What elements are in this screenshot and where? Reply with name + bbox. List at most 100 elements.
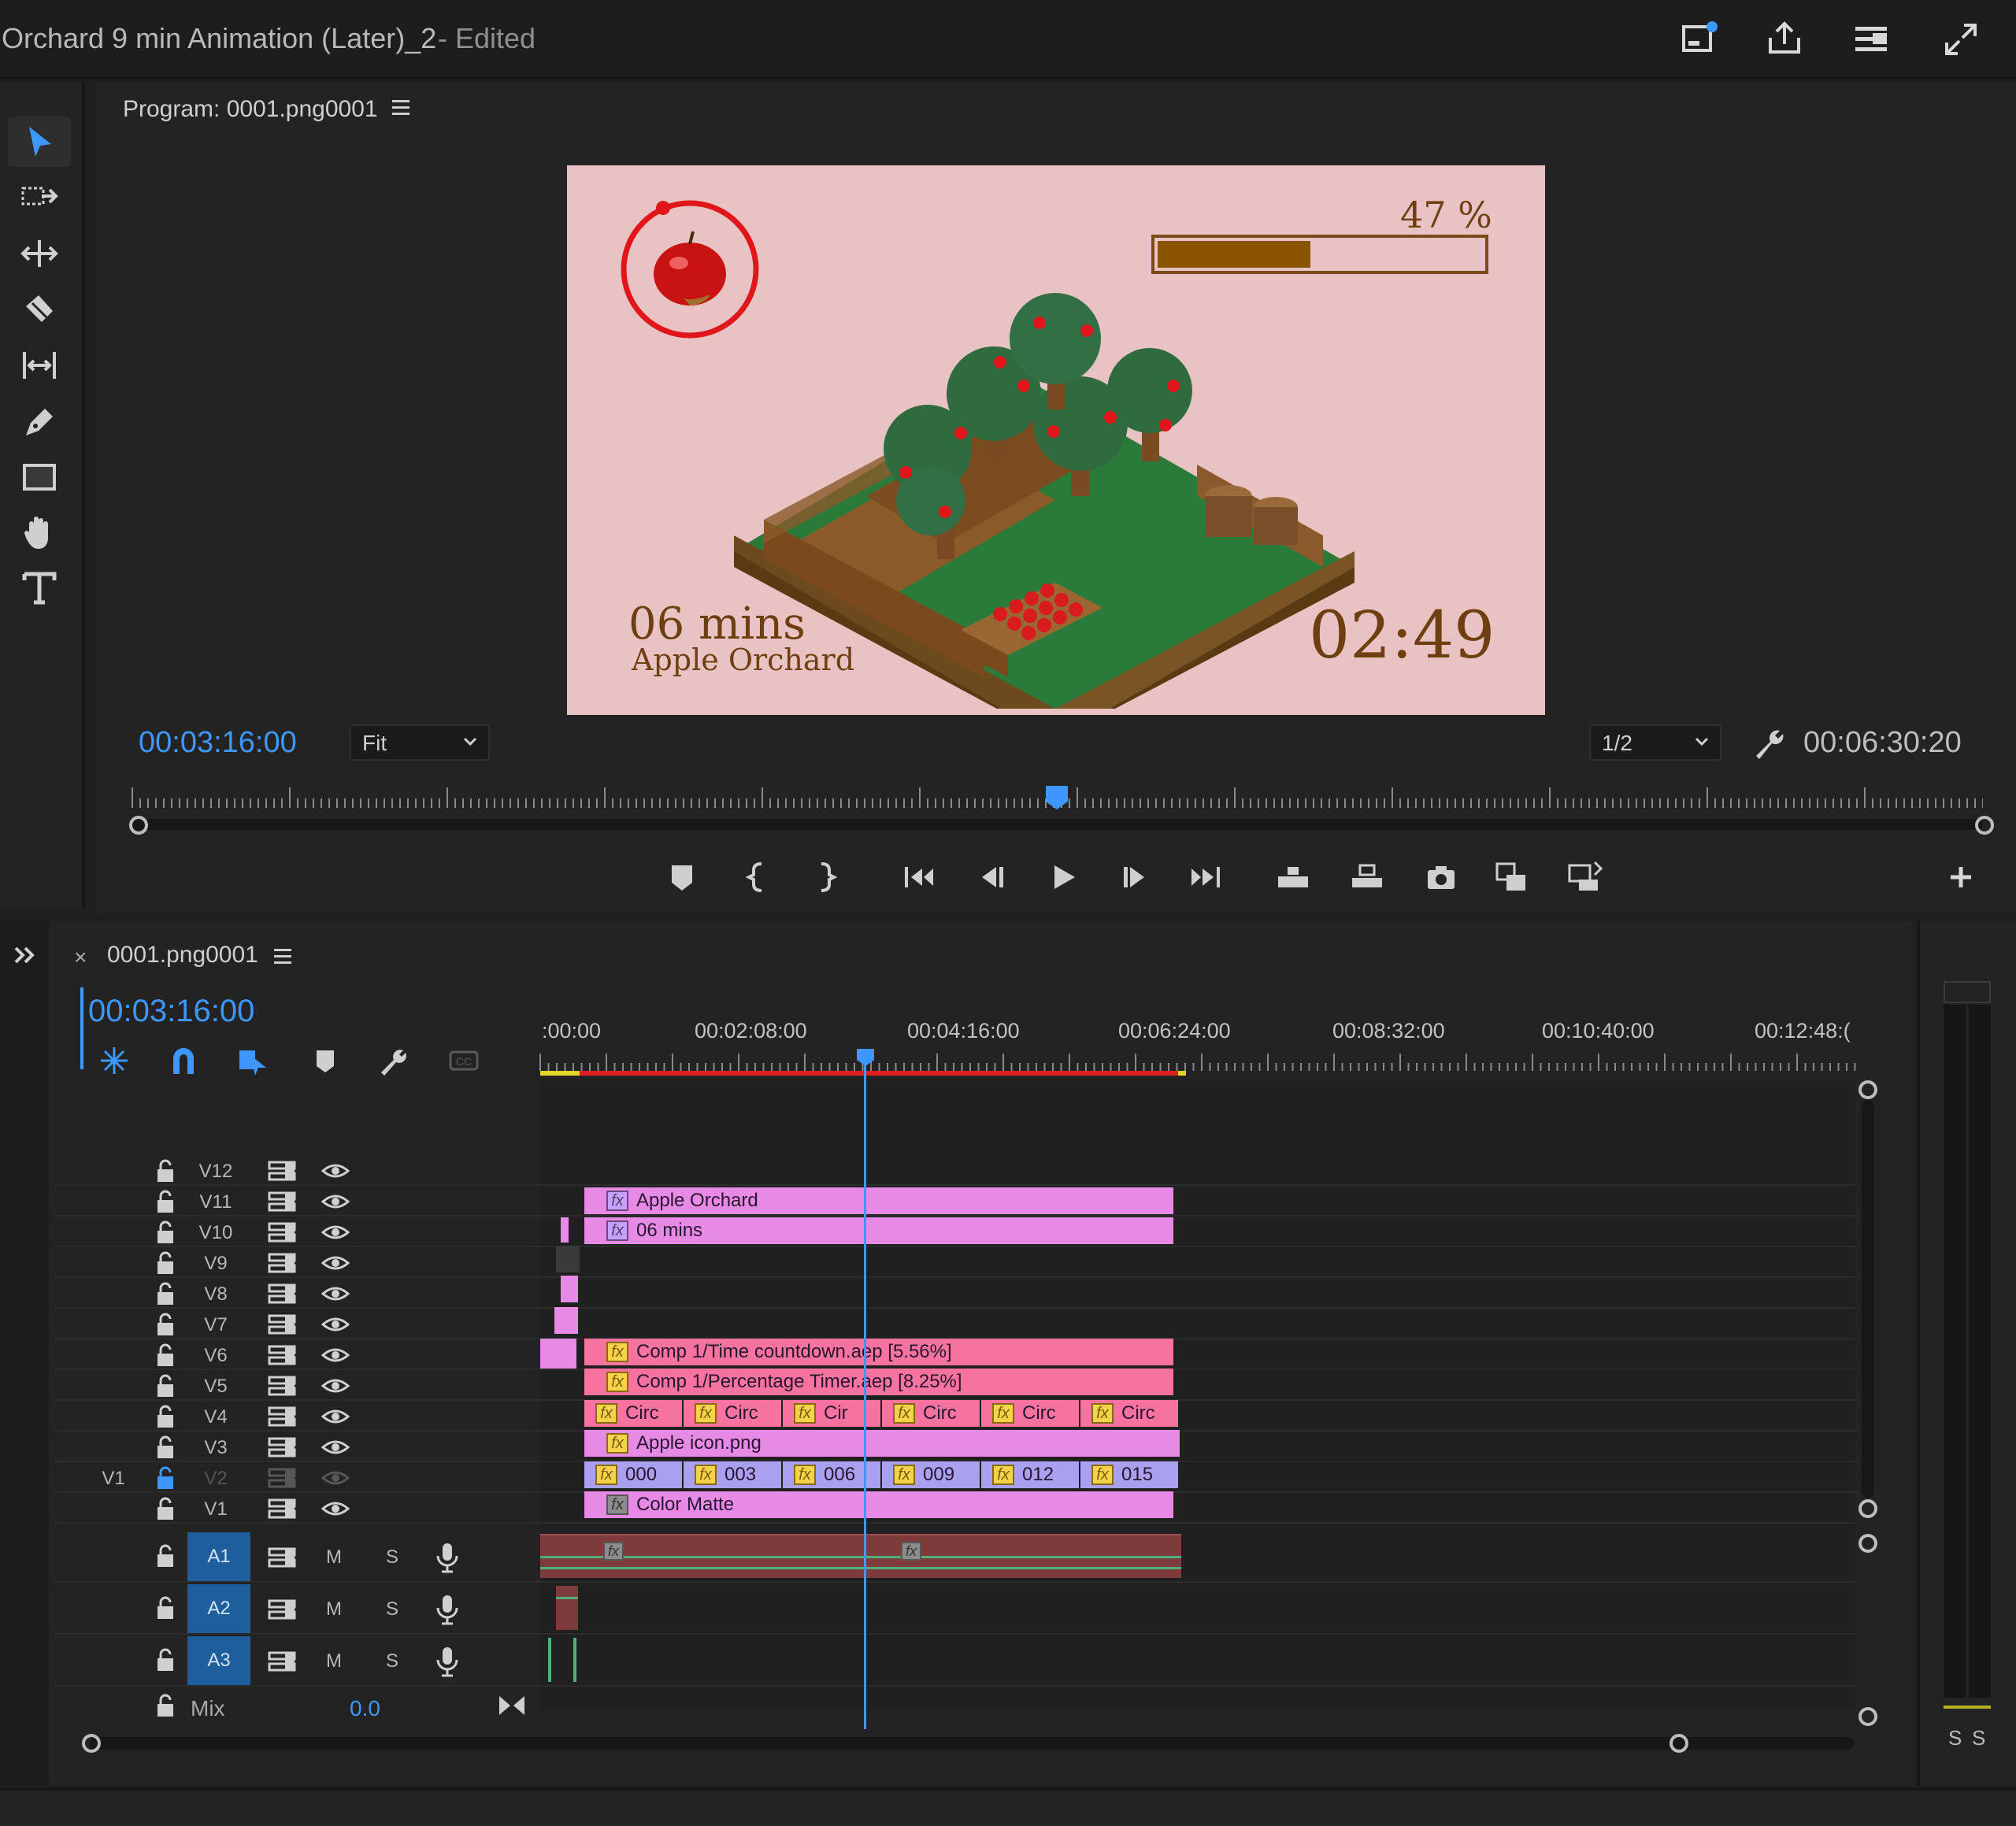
toggle-output-eye-icon[interactable] <box>321 1250 350 1276</box>
extract-icon[interactable] <box>1343 855 1391 899</box>
lock-icon[interactable] <box>154 1312 176 1337</box>
lock-icon[interactable] <box>154 1250 176 1276</box>
track-lane[interactable] <box>540 1309 1858 1339</box>
scroll-handle[interactable] <box>1858 1707 1877 1726</box>
mute-track-button[interactable]: M <box>326 1598 342 1620</box>
lock-icon[interactable] <box>154 1496 176 1521</box>
sync-lock-icon[interactable] <box>268 1649 296 1674</box>
track-name[interactable]: V7 <box>192 1314 239 1336</box>
rectangle-tool-icon[interactable] <box>8 452 71 502</box>
sync-lock-icon[interactable] <box>268 1496 296 1521</box>
razor-tool-icon[interactable] <box>8 285 71 335</box>
clip-color-matte[interactable]: fx Color Matte <box>584 1491 1173 1518</box>
scroll-handle-left[interactable] <box>129 816 148 835</box>
mark-in-icon[interactable] <box>734 855 781 899</box>
step-back-icon[interactable] <box>967 855 1014 899</box>
track-name[interactable]: V9 <box>192 1253 239 1275</box>
insert-icon[interactable] <box>1488 855 1536 899</box>
audio-track-a2[interactable]: A2 <box>187 1584 250 1633</box>
voice-over-record-icon[interactable] <box>433 1594 461 1625</box>
clip-frame-sequence[interactable]: fx 000 <box>584 1461 682 1488</box>
toggle-output-eye-icon[interactable] <box>321 1312 350 1337</box>
clip-stub[interactable] <box>561 1217 569 1243</box>
lock-icon[interactable] <box>154 1543 176 1569</box>
lock-icon[interactable] <box>154 1693 176 1718</box>
clip-stub[interactable] <box>556 1246 580 1272</box>
toggle-output-eye-icon[interactable] <box>321 1281 350 1306</box>
clip-06-mins[interactable]: fx 06 mins <box>584 1217 1173 1244</box>
clip-apple-orchard[interactable]: fx Apple Orchard <box>584 1187 1173 1214</box>
sequence-tab[interactable]: 0001.png0001 <box>107 942 258 969</box>
selection-tool-icon[interactable] <box>8 117 71 167</box>
toggle-output-eye-icon[interactable] <box>321 1435 350 1460</box>
panel-menu-icon[interactable] <box>271 946 295 967</box>
overwrite-icon[interactable] <box>1561 855 1608 899</box>
add-marker-icon[interactable] <box>658 855 706 899</box>
timeline-timecode[interactable]: 00:03:16:00 <box>88 994 254 1029</box>
lock-icon[interactable] <box>154 1189 176 1214</box>
sync-lock-icon[interactable] <box>268 1404 296 1429</box>
track-name[interactable]: V10 <box>192 1222 239 1244</box>
track-name[interactable]: V2 <box>192 1468 239 1490</box>
expand-panels-icon[interactable] <box>11 942 38 969</box>
panel-menu-icon[interactable] <box>389 98 413 118</box>
mute-track-button[interactable]: M <box>326 1546 342 1569</box>
resolution-dropdown[interactable]: 1/2 <box>1589 724 1721 761</box>
pen-tool-icon[interactable] <box>8 395 71 446</box>
toggle-output-eye-icon[interactable] <box>321 1404 350 1429</box>
track-name[interactable]: V12 <box>192 1161 239 1183</box>
toggle-output-eye-icon[interactable] <box>321 1343 350 1368</box>
go-to-in-icon[interactable] <box>896 855 943 899</box>
share-icon[interactable] <box>1762 17 1807 61</box>
source-patch-v1[interactable]: V1 <box>90 1468 137 1490</box>
lock-icon[interactable] <box>154 1281 176 1306</box>
audio-clip[interactable] <box>573 1638 576 1682</box>
sync-lock-icon[interactable] <box>268 1220 296 1245</box>
ripple-edit-tool-icon[interactable] <box>8 228 71 279</box>
nest-sequence-icon[interactable] <box>93 1041 135 1080</box>
play-icon[interactable] <box>1040 855 1087 899</box>
playhead-timecode[interactable]: 00:03:16:00 <box>139 726 297 760</box>
hand-tool-icon[interactable] <box>8 507 71 557</box>
toggle-output-eye-icon[interactable] <box>321 1465 350 1491</box>
settings-wrench-icon[interactable] <box>1748 724 1786 762</box>
track-name[interactable]: V11 <box>192 1191 239 1213</box>
slip-tool-icon[interactable] <box>8 340 71 391</box>
toggle-output-eye-icon[interactable] <box>321 1220 350 1245</box>
timeline-settings-wrench-icon[interactable] <box>372 1041 414 1080</box>
clip-circle[interactable]: fx Circ <box>882 1400 980 1427</box>
clip-stub[interactable] <box>554 1307 578 1334</box>
sync-lock-icon[interactable] <box>268 1435 296 1460</box>
fullscreen-icon[interactable] <box>1939 17 1983 61</box>
clip-circle[interactable]: fx Circ <box>981 1400 1079 1427</box>
track-name[interactable]: V1 <box>192 1498 239 1520</box>
track-name[interactable]: V6 <box>192 1345 239 1367</box>
clip-stub[interactable] <box>540 1339 576 1369</box>
clip-circle[interactable]: fx Circ <box>584 1400 682 1427</box>
solo-track-button[interactable]: S <box>386 1598 398 1620</box>
mute-track-button[interactable]: M <box>326 1650 342 1672</box>
toggle-output-eye-icon[interactable] <box>321 1158 350 1183</box>
close-tab-icon[interactable]: × <box>74 945 87 970</box>
voice-over-record-icon[interactable] <box>433 1646 461 1677</box>
clip-frame-sequence[interactable]: fx 015 <box>1080 1461 1178 1488</box>
sync-lock-icon[interactable] <box>268 1250 296 1276</box>
monitor-playhead[interactable] <box>1044 784 1069 811</box>
mix-value[interactable]: 0.0 <box>350 1696 380 1721</box>
monitor-scroll-bar[interactable] <box>132 819 1983 830</box>
lock-icon[interactable] <box>154 1435 176 1460</box>
scroll-handle[interactable] <box>1858 1499 1877 1518</box>
audio-clip[interactable] <box>548 1638 551 1682</box>
clip-circle[interactable]: fx Circ <box>684 1400 781 1427</box>
step-forward-icon[interactable] <box>1112 855 1159 899</box>
linked-selection-icon[interactable] <box>232 1041 274 1080</box>
lock-icon[interactable] <box>154 1220 176 1245</box>
voice-over-record-icon[interactable] <box>433 1542 461 1573</box>
audio-clip[interactable] <box>556 1586 578 1630</box>
track-name[interactable]: V8 <box>192 1283 239 1306</box>
track-select-tool-icon[interactable] <box>8 172 71 222</box>
button-editor-plus-icon[interactable] <box>1937 855 1984 899</box>
timeline-scroll-bar[interactable] <box>90 1737 1854 1750</box>
clip-apple-icon[interactable]: fx Apple icon.png <box>584 1430 1180 1457</box>
clip-frame-sequence[interactable]: fx 012 <box>981 1461 1079 1488</box>
